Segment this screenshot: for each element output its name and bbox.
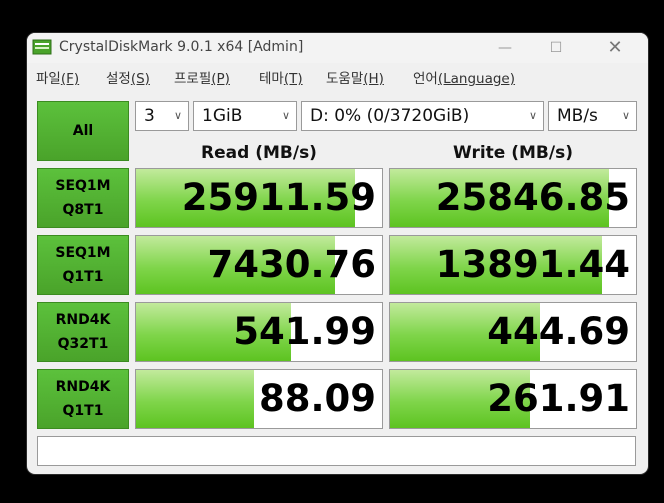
read-result-rnd4k-q1t1: 88.09 — [135, 369, 383, 429]
test-count-select[interactable]: 3 ∨ — [135, 101, 189, 131]
comment-input[interactable] — [37, 436, 636, 466]
app-icon — [32, 39, 52, 55]
test-name: SEQ1M — [55, 178, 111, 194]
read-value: 7430.76 — [207, 243, 376, 286]
test-params: Q1T1 — [62, 403, 104, 419]
menu-profile[interactable]: 프로필(P) — [174, 67, 230, 87]
unit-select[interactable]: MB/s ∨ — [548, 101, 637, 131]
test-params: Q1T1 — [62, 269, 104, 285]
read-header: Read (MB/s) — [201, 143, 317, 163]
write-result-rnd4k-q32t1: 444.69 — [389, 302, 637, 362]
test-params: Q8T1 — [62, 202, 104, 218]
test-name: SEQ1M — [55, 245, 111, 261]
write-value: 25846.85 — [435, 176, 630, 219]
test-size-select[interactable]: 1GiB ∨ — [193, 101, 297, 131]
read-result-rnd4k-q32t1: 541.99 — [135, 302, 383, 362]
test-button-rnd4k-q32t1[interactable]: RND4K Q32T1 — [37, 302, 129, 362]
read-result-seq1m-q1t1: 7430.76 — [135, 235, 383, 295]
test-button-seq1m-q1t1[interactable]: SEQ1M Q1T1 — [37, 235, 129, 295]
drive-value: D: 0% (0/3720GiB) — [310, 106, 470, 126]
write-result-seq1m-q8t1: 25846.85 — [389, 168, 637, 228]
read-value: 541.99 — [233, 310, 376, 353]
read-value: 25911.59 — [181, 176, 376, 219]
write-result-seq1m-q1t1: 13891.44 — [389, 235, 637, 295]
write-value: 13891.44 — [435, 243, 630, 286]
write-value: 261.91 — [487, 377, 630, 420]
test-size-value: 1GiB — [202, 106, 243, 126]
minimize-button[interactable]: — — [482, 33, 528, 63]
app-window: CrystalDiskMark 9.0.1 x64 [Admin] — ☐ ✕ … — [27, 33, 648, 474]
test-params: Q32T1 — [57, 336, 109, 352]
chevron-down-icon: ∨ — [173, 109, 182, 122]
maximize-button[interactable]: ☐ — [533, 33, 579, 63]
all-button[interactable]: All — [37, 101, 129, 161]
menu-file[interactable]: 파일(F) — [36, 67, 79, 87]
unit-value: MB/s — [557, 106, 598, 126]
chevron-down-icon: ∨ — [528, 109, 537, 122]
menu-theme[interactable]: 테마(T) — [259, 67, 303, 87]
read-value: 88.09 — [258, 377, 376, 420]
write-result-rnd4k-q1t1: 261.91 — [389, 369, 637, 429]
title-bar[interactable]: CrystalDiskMark 9.0.1 x64 [Admin] — ☐ ✕ — [27, 33, 648, 63]
test-name: RND4K — [55, 379, 111, 395]
read-bar-fill — [136, 370, 255, 428]
test-button-seq1m-q8t1[interactable]: SEQ1M Q8T1 — [37, 168, 129, 228]
chevron-down-icon: ∨ — [281, 109, 290, 122]
test-count-value: 3 — [144, 106, 155, 126]
test-button-rnd4k-q1t1[interactable]: RND4K Q1T1 — [37, 369, 129, 429]
write-value: 444.69 — [487, 310, 630, 353]
menu-help[interactable]: 도움말(H) — [326, 67, 384, 87]
close-button[interactable]: ✕ — [592, 33, 638, 63]
read-result-seq1m-q8t1: 25911.59 — [135, 168, 383, 228]
menu-bar: 파일(F) 설정(S) 프로필(P) 테마(T) 도움말(H) 언어(Langu… — [27, 63, 648, 88]
menu-settings[interactable]: 설정(S) — [106, 67, 150, 87]
window-title: CrystalDiskMark 9.0.1 x64 [Admin] — [59, 39, 304, 55]
chevron-down-icon: ∨ — [621, 109, 630, 122]
test-name: RND4K — [55, 312, 111, 328]
write-header: Write (MB/s) — [453, 143, 573, 163]
menu-language[interactable]: 언어(Language) — [413, 67, 515, 87]
drive-select[interactable]: D: 0% (0/3720GiB) ∨ — [301, 101, 544, 131]
